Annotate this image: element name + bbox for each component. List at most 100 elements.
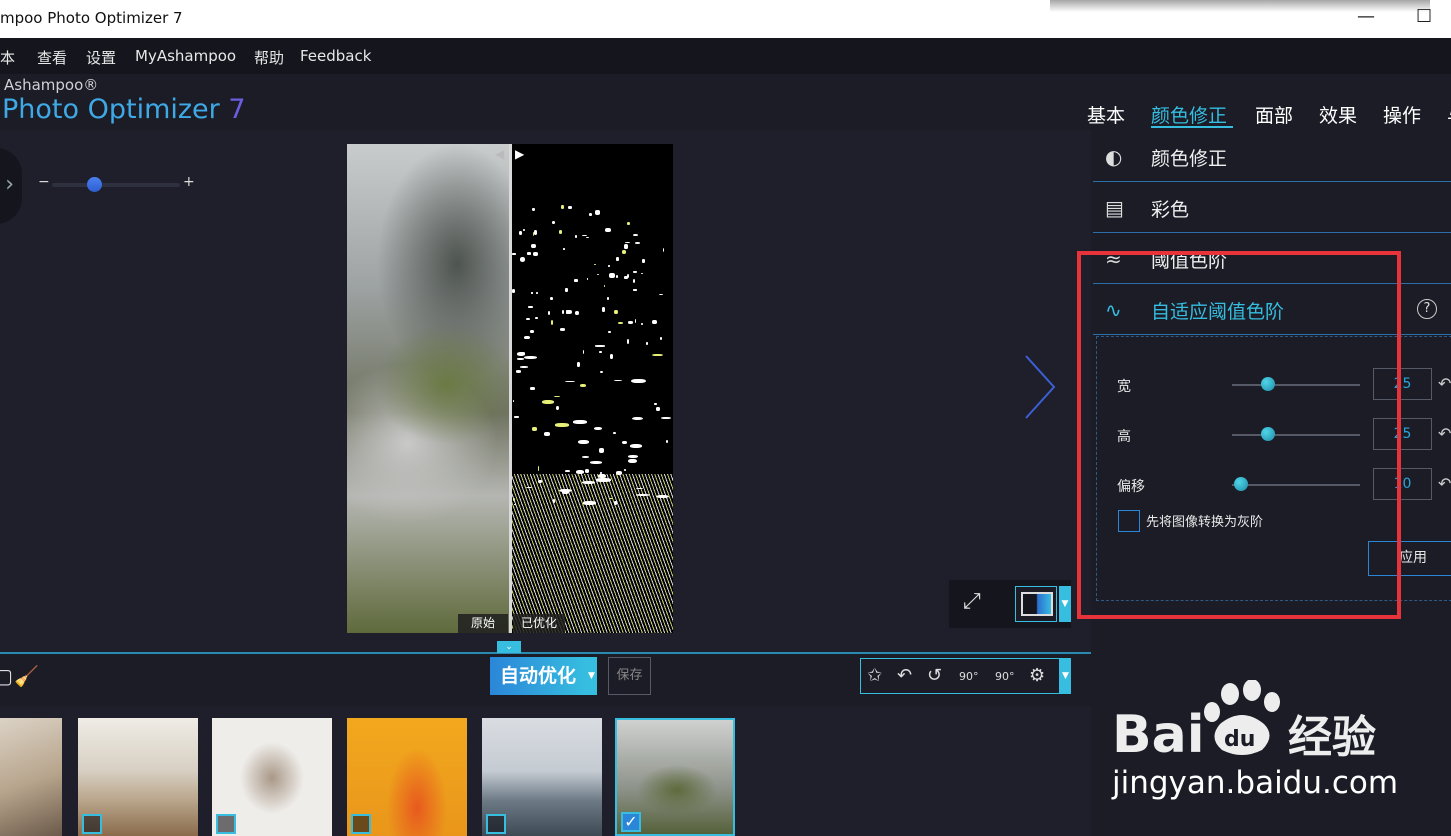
auto-optimize-button[interactable]: 自动优化 [490, 657, 586, 695]
image-speck [576, 469, 585, 474]
compare-mode-dropdown-icon[interactable]: ▼ [1059, 586, 1071, 622]
image-speck [530, 387, 535, 391]
tab-operations[interactable]: 操作 [1383, 101, 1421, 128]
image-speck [536, 291, 538, 294]
thumbnail-selected[interactable]: ✓ [615, 718, 735, 836]
image-speck [529, 329, 534, 334]
menu-myashampoo[interactable]: MyAshampoo [135, 47, 236, 65]
thumbnail[interactable] [78, 718, 198, 836]
panel-item-color-correction[interactable]: ◐ 颜色修正 [1093, 132, 1451, 182]
thumbnail[interactable] [0, 718, 62, 836]
compare-mode-button[interactable] [1015, 586, 1057, 622]
active-tab-indicator [1151, 126, 1233, 128]
thumbnail[interactable] [347, 718, 467, 836]
thumbnail-checkbox-checked[interactable]: ✓ [621, 812, 641, 832]
image-speck [660, 337, 663, 340]
image-speck [635, 493, 650, 496]
image-speck [517, 358, 524, 361]
auto-optimize-dropdown-icon[interactable]: ▼ [586, 657, 597, 695]
image-speck [555, 405, 559, 411]
menu-view[interactable]: 查看 [37, 47, 67, 68]
undo-all-icon[interactable]: ↺ [927, 665, 942, 686]
thumbnail[interactable] [212, 718, 332, 836]
compare-right-arrow-icon[interactable]: ▶ [515, 147, 524, 161]
rotate-right-icon[interactable]: 90° [995, 670, 1015, 683]
offset-reset-icon[interactable]: ↶ [1438, 474, 1451, 493]
image-speck [652, 353, 663, 357]
thumbnail-checkbox[interactable] [82, 814, 102, 834]
menu-settings[interactable]: 设置 [86, 47, 116, 68]
image-speck [628, 458, 638, 464]
image-speck [614, 379, 623, 382]
image-speck [513, 400, 515, 403]
image-speck [628, 321, 634, 325]
image-speck [640, 322, 643, 325]
image-speck [531, 291, 533, 294]
tab-color-correction[interactable]: 颜色修正 [1151, 101, 1227, 128]
save-button[interactable]: 保存 [608, 657, 651, 695]
undo-icon[interactable]: ↶ [897, 665, 912, 686]
tab-face[interactable]: 面部 [1255, 101, 1293, 128]
image-speck [584, 469, 590, 473]
fullscreen-expand-icon[interactable]: ⤢ [963, 589, 981, 614]
image-speck [567, 206, 572, 209]
image-speck [519, 231, 523, 235]
image-speck [532, 208, 535, 212]
image-speck [581, 481, 595, 485]
menu-help[interactable]: 帮助 [254, 47, 284, 68]
image-speck [554, 423, 569, 428]
menu-file[interactable]: 本 [0, 47, 15, 68]
broom-clean-icon[interactable]: 🧹 [14, 664, 39, 688]
image-speck [537, 480, 542, 484]
image-speck [613, 431, 617, 434]
image-speck [640, 272, 643, 275]
image-speck [618, 322, 623, 325]
image-speck [614, 501, 618, 505]
minimize-icon[interactable]: — [1357, 6, 1375, 27]
zoom-slider-track[interactable] [52, 183, 180, 187]
browse-folder-icon[interactable]: ▢ [0, 664, 13, 688]
image-speck [565, 381, 576, 383]
menu-feedback[interactable]: Feedback [300, 47, 371, 65]
app-window: mpoo Photo Optimizer 7 — ☐ 本 查看 设置 MyAsh… [0, 0, 1451, 836]
svg-text:Bai: Bai [1112, 705, 1205, 765]
next-image-arrow-icon[interactable] [1020, 352, 1060, 422]
height-reset-icon[interactable]: ↶ [1438, 424, 1451, 443]
image-speck [580, 384, 587, 388]
optimized-image-texture [512, 474, 673, 633]
thumbnail-checkbox[interactable] [216, 814, 236, 834]
width-reset-icon[interactable]: ↶ [1438, 374, 1451, 393]
rotate-left-icon[interactable]: 90° [959, 670, 979, 683]
compare-left-arrow-icon[interactable]: ◀ [495, 147, 504, 161]
maximize-icon[interactable]: ☐ [1416, 6, 1432, 27]
zoom-in-icon[interactable]: + [183, 174, 195, 190]
image-speck [661, 416, 671, 419]
tab-basic[interactable]: 基本 [1087, 101, 1125, 128]
image-speck [532, 426, 538, 431]
image-speck [537, 466, 539, 471]
favorites-stars-icon[interactable]: ✩ [867, 665, 882, 686]
thumbnail-checkbox[interactable] [351, 814, 371, 834]
image-speck [590, 460, 603, 464]
zoom-out-icon[interactable]: − [38, 174, 50, 190]
image-speck [633, 279, 636, 283]
panel-item-color[interactable]: ▤ 彩色 [1093, 183, 1451, 233]
collapse-toolbar-icon[interactable]: ⌄ [497, 641, 521, 653]
image-speck [563, 248, 565, 251]
brand-company: Ashampoo® [4, 76, 99, 94]
edit-tools-dropdown-icon[interactable]: ▼ [1060, 658, 1071, 694]
image-speck [598, 351, 602, 354]
image-speck [632, 233, 639, 237]
thumbnail-checkbox[interactable] [486, 814, 506, 834]
thumbnail[interactable] [482, 718, 602, 836]
svg-text:du: du [1224, 727, 1255, 752]
image-speck [544, 432, 551, 436]
chevron-right-icon: › [5, 172, 14, 197]
help-icon[interactable]: ? [1417, 299, 1437, 319]
image-speck [589, 212, 593, 216]
tab-more[interactable]: 与 [1447, 101, 1451, 128]
image-speck [582, 501, 596, 505]
image-speck [624, 242, 631, 244]
tab-effects[interactable]: 效果 [1319, 101, 1357, 128]
gear-icon[interactable]: ⚙ [1029, 665, 1045, 686]
